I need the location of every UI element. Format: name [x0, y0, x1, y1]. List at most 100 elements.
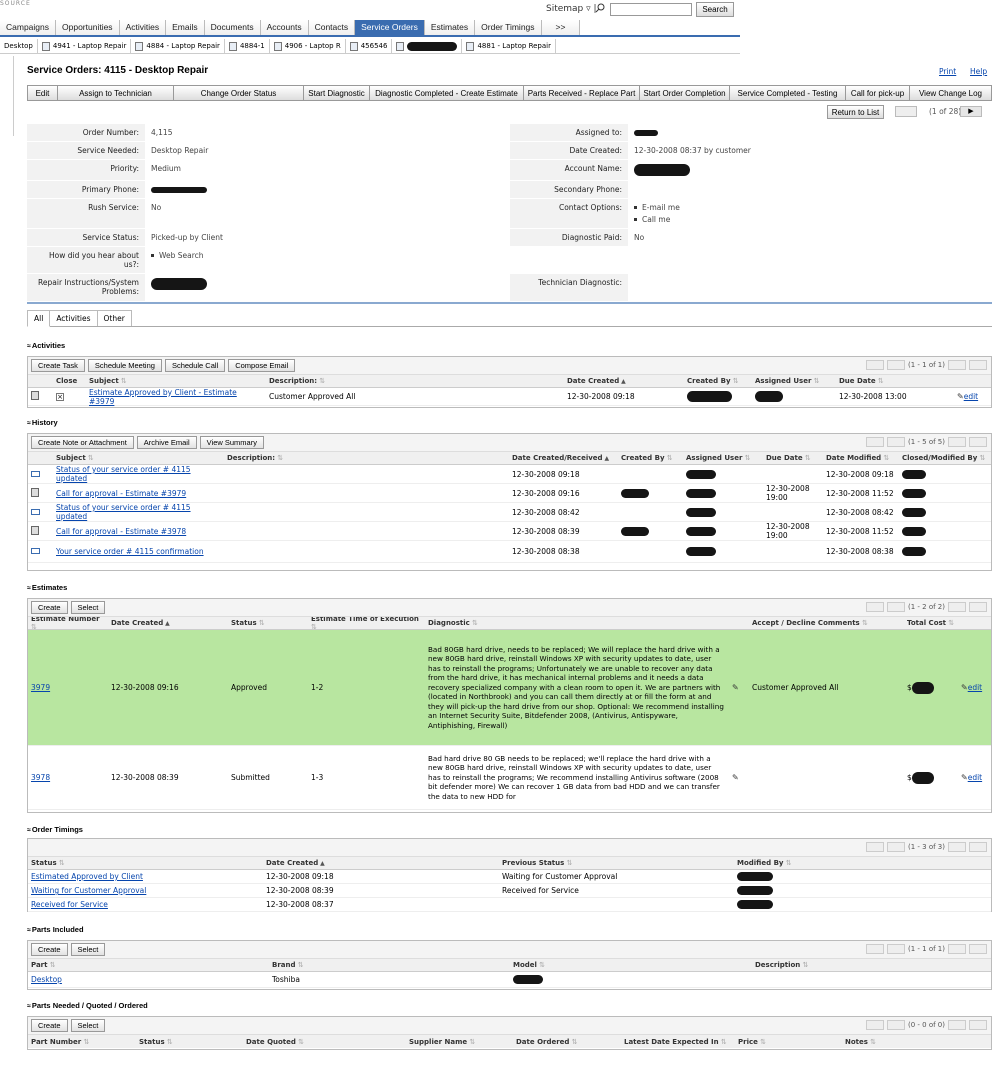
diagnostic-completed-button[interactable]: Diagnostic Completed - Create Estimate	[370, 86, 524, 100]
recent-item[interactable]: 4906 - Laptop R	[270, 39, 346, 53]
pager-last-button[interactable]	[969, 360, 987, 370]
select-needed-button[interactable]: Select	[70, 1019, 106, 1032]
col-closed-by[interactable]: Closed/Modified By	[899, 454, 989, 462]
history-subject-link[interactable]: Call for approval - Estimate #3978	[56, 527, 186, 536]
return-to-list-button[interactable]: Return to List	[827, 105, 884, 119]
tab-campaigns[interactable]: Campaigns	[0, 20, 56, 35]
pager-next-button[interactable]	[948, 360, 966, 370]
col-estimate-number[interactable]: Estimate Number	[28, 615, 108, 631]
create-estimate-button[interactable]: Create	[31, 601, 68, 614]
part-link[interactable]: Desktop	[31, 975, 62, 984]
col-date-created[interactable]: Date Created/Received	[509, 454, 618, 462]
timing-status-link[interactable]: Estimated Approved by Client	[31, 872, 143, 881]
pager-prev-button[interactable]	[887, 602, 905, 612]
order-timings-title[interactable]: Order Timings	[27, 825, 83, 834]
edit-link[interactable]: edit	[968, 683, 982, 692]
tab-emails[interactable]: Emails	[166, 20, 205, 35]
col-part-number[interactable]: Part Number	[28, 1038, 136, 1046]
pager-first-button[interactable]	[866, 360, 884, 370]
pager-first-button[interactable]	[866, 1020, 884, 1030]
col-date-ordered[interactable]: Date Ordered	[513, 1038, 621, 1046]
col-part[interactable]: Part	[28, 961, 269, 969]
recent-item[interactable]: 456546	[346, 39, 393, 53]
col-time[interactable]: Estimate Time of Execution	[308, 615, 425, 631]
compose-email-button[interactable]: Compose Email	[228, 359, 296, 372]
col-subject[interactable]: Subject	[53, 454, 224, 462]
edit-icon[interactable]: ✎	[957, 392, 964, 401]
col-description[interactable]: Description:	[266, 377, 564, 385]
pager-prev-button[interactable]	[887, 437, 905, 447]
col-due-date[interactable]: Due Date	[763, 454, 823, 462]
create-task-button[interactable]: Create Task	[31, 359, 85, 372]
history-title[interactable]: History	[27, 418, 58, 427]
col-date-created[interactable]: Date Created	[564, 377, 684, 385]
start-diagnostic-button[interactable]: Start Diagnostic	[304, 86, 370, 100]
pager-last-button[interactable]	[969, 1020, 987, 1030]
col-date-created[interactable]: Date Created	[263, 859, 499, 867]
subtab-other[interactable]: Other	[96, 310, 132, 326]
schedule-call-button[interactable]: Schedule Call	[164, 359, 226, 372]
col-expected[interactable]: Latest Date Expected In	[621, 1038, 735, 1046]
archive-email-button[interactable]: Archive Email	[136, 436, 197, 449]
tab-more[interactable]: >>	[541, 20, 581, 35]
pencil-icon[interactable]: ✎	[732, 683, 739, 692]
pager-next-button[interactable]: ▶	[960, 106, 982, 117]
change-status-button[interactable]: Change Order Status	[174, 86, 304, 100]
recent-item[interactable]: Desktop	[0, 39, 38, 53]
view-summary-button[interactable]: View Summary	[199, 436, 264, 449]
estimates-title[interactable]: Estimates	[27, 583, 67, 592]
parts-included-title[interactable]: Parts Included	[27, 925, 84, 934]
history-subject-link[interactable]: Call for approval - Estimate #3979	[56, 489, 186, 498]
edit-icon[interactable]: ✎	[961, 683, 968, 692]
pager-first-button[interactable]	[866, 842, 884, 852]
pager-next-button[interactable]	[948, 602, 966, 612]
col-modified-by[interactable]: Modified By	[734, 859, 934, 867]
search-button[interactable]: Search	[696, 2, 734, 17]
pager-prev-button[interactable]	[887, 360, 905, 370]
recent-item[interactable]: 4881 - Laptop Repair	[462, 39, 556, 53]
pager-next-button[interactable]	[948, 437, 966, 447]
pager-first-button[interactable]	[866, 437, 884, 447]
tab-accounts[interactable]: Accounts	[260, 20, 309, 35]
pager-next-button[interactable]	[948, 1020, 966, 1030]
parts-needed-title[interactable]: Parts Needed / Quoted / Ordered	[27, 1001, 148, 1010]
col-status[interactable]: Status	[136, 1038, 243, 1046]
col-status[interactable]: Status	[28, 859, 263, 867]
subtab-all[interactable]: All	[27, 310, 51, 327]
recent-item[interactable]	[392, 39, 463, 53]
activity-subject-link[interactable]: Estimate Approved by Client - Estimate #…	[89, 388, 237, 406]
help-link[interactable]: Help	[970, 67, 987, 76]
view-change-log-button[interactable]: View Change Log	[910, 86, 991, 100]
pager-next-button[interactable]	[948, 842, 966, 852]
parts-received-button[interactable]: Parts Received - Replace Part	[524, 86, 640, 100]
estimate-number-link[interactable]: 3979	[31, 683, 50, 692]
schedule-meeting-button[interactable]: Schedule Meeting	[87, 359, 162, 372]
tab-service-orders[interactable]: Service Orders	[355, 20, 425, 35]
tab-documents[interactable]: Documents	[204, 20, 261, 35]
service-completed-button[interactable]: Service Completed - Testing	[730, 86, 846, 100]
edit-icon[interactable]: ✎	[961, 773, 968, 782]
create-note-button[interactable]: Create Note or Attachment	[31, 436, 134, 449]
recent-item[interactable]: 4941 - Laptop Repair	[38, 39, 132, 53]
col-date-quoted[interactable]: Date Quoted	[243, 1038, 406, 1046]
tab-contacts[interactable]: Contacts	[308, 20, 356, 35]
pager-first-button[interactable]	[866, 602, 884, 612]
pager-last-button[interactable]	[969, 842, 987, 852]
col-notes[interactable]: Notes	[842, 1038, 942, 1046]
pager-prev-button[interactable]	[887, 1020, 905, 1030]
pager-first-button[interactable]	[866, 944, 884, 954]
select-part-button[interactable]: Select	[70, 943, 106, 956]
tab-estimates[interactable]: Estimates	[424, 20, 476, 35]
col-previous-status[interactable]: Previous Status	[499, 859, 734, 867]
edit-button[interactable]: Edit	[28, 86, 58, 100]
timing-status-link[interactable]: Received for Service	[31, 900, 108, 909]
call-pickup-button[interactable]: Call for pick-up	[846, 86, 910, 100]
history-subject-link[interactable]: Status of your service order # 4115 upda…	[56, 465, 191, 483]
col-description[interactable]: Description	[752, 961, 952, 969]
tab-opportunities[interactable]: Opportunities	[56, 20, 120, 35]
select-estimate-button[interactable]: Select	[70, 601, 106, 614]
col-created-by[interactable]: Created By	[618, 454, 683, 462]
col-due-date[interactable]: Due Date	[836, 377, 956, 385]
col-model[interactable]: Model	[510, 961, 752, 969]
estimate-number-link[interactable]: 3978	[31, 773, 50, 782]
